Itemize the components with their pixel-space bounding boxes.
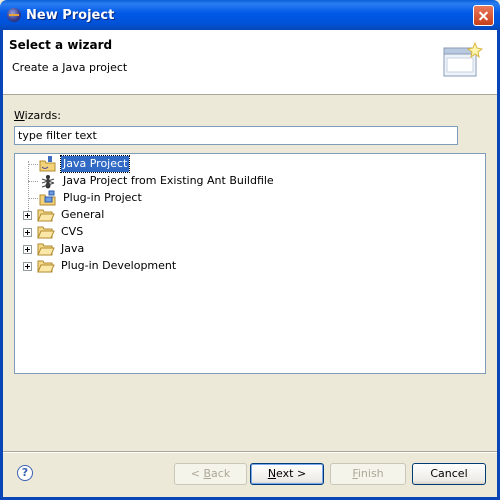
tree-connector <box>28 161 29 211</box>
window-frame-left <box>0 30 3 500</box>
eclipse-icon <box>7 8 21 22</box>
tree-item-plugin-development[interactable]: Plug-in Development <box>23 258 323 274</box>
tree-item-general[interactable]: General <box>23 207 323 223</box>
plugin-project-icon <box>39 190 56 206</box>
cancel-button[interactable]: Cancel <box>412 463 486 485</box>
tree-item-label: Java Project from Existing Ant Buildfile <box>63 174 274 187</box>
page-description: Create a Java project <box>12 61 128 74</box>
tree-item-label: Plug-in Development <box>61 259 177 272</box>
wizard-tree[interactable]: Java Project Java Project from Existing … <box>14 153 486 374</box>
tree-item-label: General <box>61 208 105 221</box>
folder-icon <box>37 260 55 273</box>
wizard-filter-input[interactable] <box>14 126 458 145</box>
expand-icon[interactable] <box>23 245 32 254</box>
tree-item-label: Java Project <box>59 155 131 173</box>
expand-icon[interactable] <box>23 228 32 237</box>
tree-connector <box>28 181 38 182</box>
button-bar-separator <box>3 451 497 453</box>
next-button[interactable]: Next > <box>250 463 324 485</box>
new-project-wizard-banner-icon <box>443 42 483 77</box>
tree-item-label: Java <box>61 242 85 255</box>
tree-item-label: Plug-in Project <box>63 191 142 204</box>
folder-icon <box>37 243 55 256</box>
expand-icon[interactable] <box>23 211 32 220</box>
tree-item-label: CVS <box>61 225 84 238</box>
close-button[interactable] <box>473 5 494 26</box>
tree-connector <box>28 164 38 165</box>
title-bar[interactable]: New Project <box>0 0 500 30</box>
ant-icon <box>41 175 55 189</box>
tree-item-cvs[interactable]: CVS <box>23 224 323 240</box>
tree-connector <box>28 198 38 199</box>
wizard-header: Select a wizard Create a Java project <box>3 30 497 95</box>
java-project-icon <box>39 156 56 172</box>
folder-icon <box>37 209 55 222</box>
finish-button[interactable]: Finish <box>330 463 406 485</box>
window-title: New Project <box>26 8 115 23</box>
tree-item-java[interactable]: Java <box>23 241 323 257</box>
wizards-label: Wizards: <box>14 109 61 122</box>
help-icon[interactable]: ? <box>17 465 33 481</box>
page-title: Select a wizard <box>9 38 113 52</box>
expand-icon[interactable] <box>23 262 32 271</box>
back-button[interactable]: < Back <box>174 463 247 485</box>
folder-icon <box>37 226 55 239</box>
